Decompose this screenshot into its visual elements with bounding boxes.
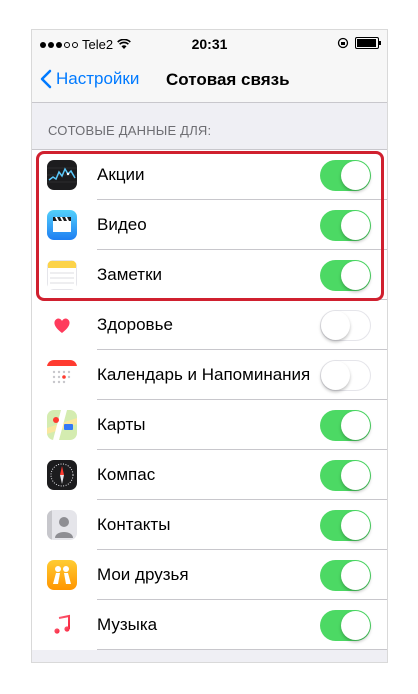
app-label: Видео — [97, 215, 147, 234]
list-item: Акции — [32, 150, 387, 200]
app-label: Заметки — [97, 265, 163, 284]
back-button[interactable]: Настройки — [40, 69, 139, 89]
list-item: Здоровье — [32, 300, 387, 350]
toggle-knob — [321, 360, 350, 390]
toggle-knob — [341, 260, 370, 290]
cellular-toggle[interactable] — [320, 609, 371, 641]
cellular-toggle[interactable] — [320, 559, 371, 591]
toggle-knob — [341, 460, 370, 490]
cellular-toggle[interactable] — [320, 409, 371, 441]
contacts-icon — [47, 510, 77, 540]
cellular-toggle[interactable] — [320, 309, 371, 341]
page-title: Сотовая связь — [166, 70, 290, 89]
list-item: Видео — [32, 200, 387, 250]
app-label: Мои друзья — [97, 565, 189, 584]
rotation-lock-icon — [337, 37, 349, 49]
cellular-toggle[interactable] — [320, 509, 371, 541]
videos-icon — [47, 210, 77, 240]
status-bar: Tele2 20:31 — [32, 30, 387, 58]
cellular-toggle[interactable] — [320, 359, 371, 391]
app-label: Компас — [97, 465, 156, 484]
list-item: Музыка — [32, 600, 387, 650]
cellular-toggle[interactable] — [320, 159, 371, 191]
health-icon — [47, 310, 77, 340]
app-label: Здоровье — [97, 315, 173, 334]
list-item: Карты — [32, 400, 387, 450]
find-friends-icon — [47, 560, 77, 590]
cellular-toggle[interactable] — [320, 259, 371, 291]
app-label: Контакты — [97, 515, 171, 534]
app-label: Акции — [97, 165, 145, 184]
chevron-left-icon — [40, 69, 52, 89]
app-list: Акции Видео Заметки Здоровье Календарь и Нап… — [32, 149, 387, 650]
navigation-bar: Настройки Сотовая связь — [32, 58, 387, 103]
list-item: Календарь и Напоминания — [32, 350, 387, 400]
row-separator — [97, 649, 387, 650]
maps-icon — [47, 410, 77, 440]
app-label: Музыка — [97, 615, 158, 634]
calendar-icon — [47, 360, 77, 390]
notes-icon — [47, 260, 77, 290]
section-header: СОТОВЫЕ ДАННЫЕ ДЛЯ: — [48, 123, 212, 138]
toggle-knob — [341, 510, 370, 540]
cellular-toggle[interactable] — [320, 459, 371, 491]
music-icon — [47, 610, 77, 640]
toggle-knob — [341, 610, 370, 640]
toggle-knob — [321, 310, 350, 340]
battery-icon — [355, 37, 381, 49]
list-item: Контакты — [32, 500, 387, 550]
status-right — [337, 37, 381, 49]
toggle-knob — [341, 560, 370, 590]
status-time: 20:31 — [191, 36, 228, 52]
list-item: Заметки — [32, 250, 387, 300]
toggle-knob — [341, 160, 370, 190]
app-label: Карты — [97, 415, 146, 434]
list-item: Мои друзья — [32, 550, 387, 600]
compass-icon — [47, 460, 77, 490]
list-item: Компас — [32, 450, 387, 500]
app-label: Календарь и Напоминания — [97, 365, 311, 384]
toggle-knob — [341, 210, 370, 240]
stocks-icon — [47, 160, 77, 190]
cellular-toggle[interactable] — [320, 209, 371, 241]
phone-screen: Tele2 20:31 Настройки Сотовая связь СОТО… — [32, 30, 387, 662]
toggle-knob — [341, 410, 370, 440]
back-label: Настройки — [56, 69, 140, 88]
